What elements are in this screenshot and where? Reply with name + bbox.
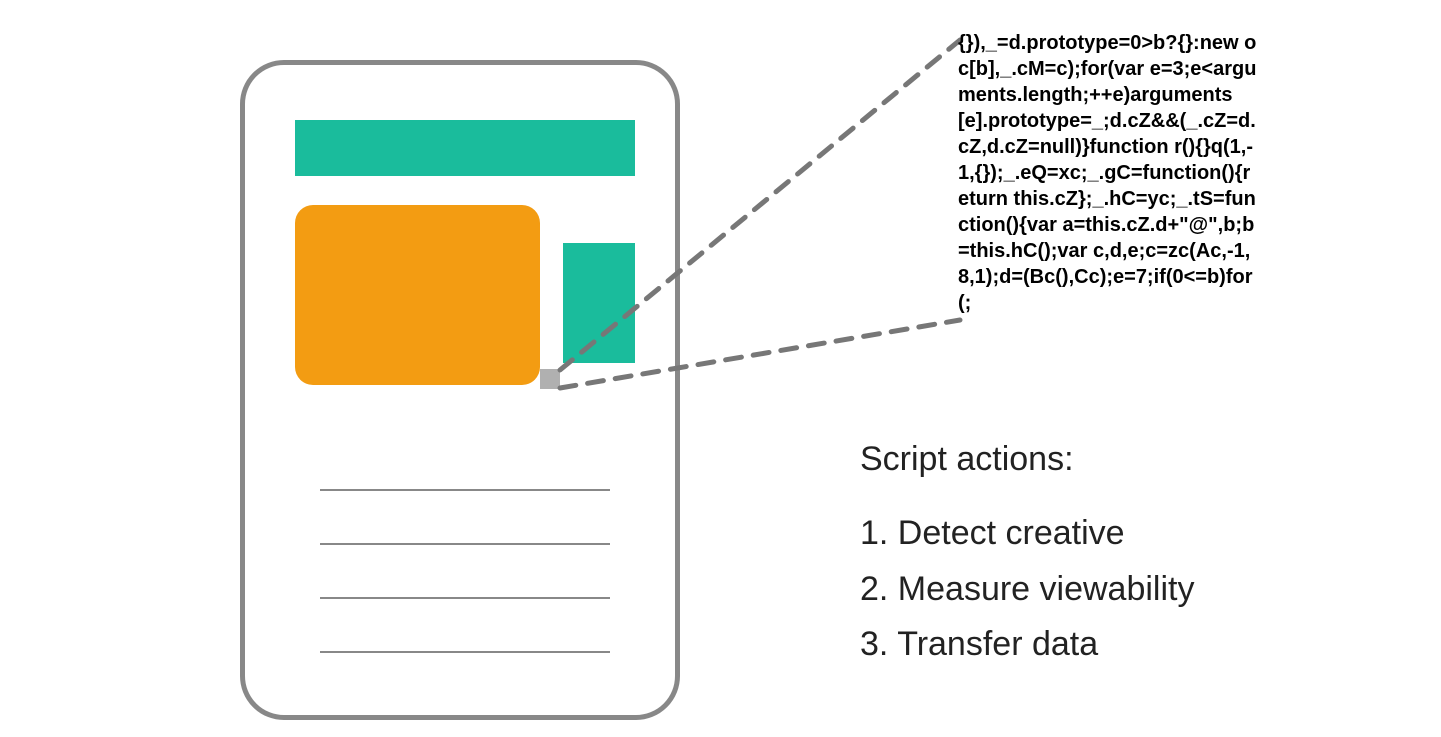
action-item: 2. Measure viewability — [860, 566, 1194, 614]
action-item: 3. Transfer data — [860, 621, 1194, 669]
code-snippet: {}),_=d.prototype=0>b?{}:new oc[b],_.cM=… — [958, 30, 1258, 316]
text-line — [320, 597, 610, 599]
action-item: 1. Detect creative — [860, 510, 1194, 558]
script-actions-list: 1. Detect creative 2. Measure viewabilit… — [860, 510, 1194, 677]
ad-creative-block — [295, 205, 540, 385]
page-header-bar — [295, 120, 635, 176]
tracking-pixel — [540, 369, 560, 389]
sidebar-block — [563, 243, 635, 363]
text-line — [320, 651, 610, 653]
text-line — [320, 489, 610, 491]
text-line — [320, 543, 610, 545]
phone-mockup — [240, 60, 680, 720]
script-actions-heading: Script actions: — [860, 440, 1074, 479]
